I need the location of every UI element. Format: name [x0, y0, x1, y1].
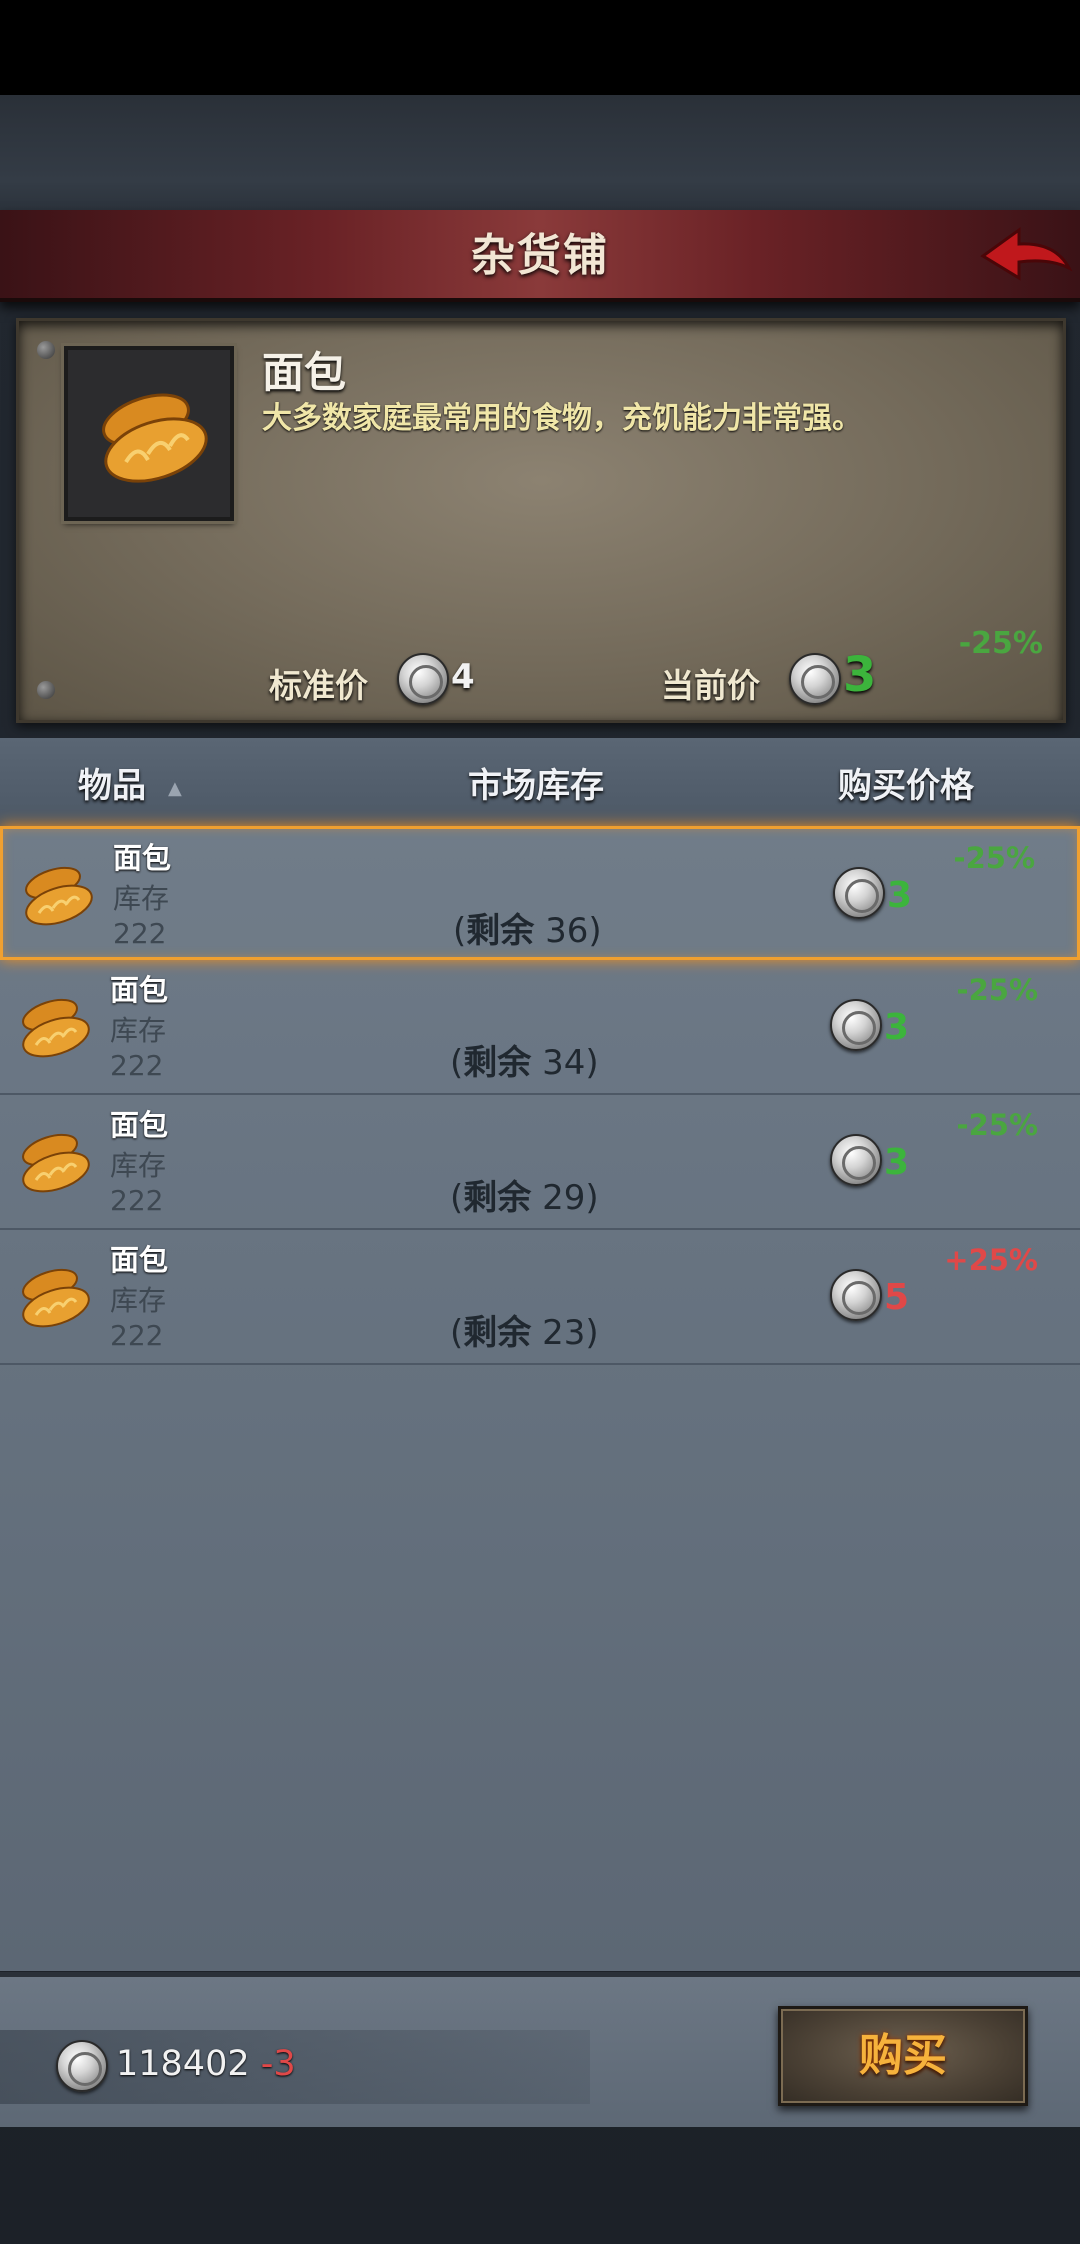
- list-item[interactable]: 面包库存 222 (剩余 34) 3 -25%: [0, 961, 1080, 1095]
- item-remaining: (剩余 23): [450, 1313, 599, 1353]
- silver-coin-icon: [830, 999, 882, 1051]
- silver-coin-icon: [830, 1269, 882, 1321]
- item-stock-label: 库存: [113, 882, 170, 915]
- column-header-item[interactable]: 物品: [78, 758, 146, 807]
- silver-coin-icon: [56, 2040, 108, 2092]
- item-discount: -25%: [953, 841, 1035, 875]
- remain-value: 23: [542, 1313, 586, 1353]
- item-stock-label: 库存: [110, 1149, 167, 1182]
- wallet-balance: 118402 -3: [116, 2044, 296, 2084]
- sort-asc-icon: ▲: [168, 778, 182, 799]
- bread-icon: [10, 983, 100, 1073]
- item-name: 面包: [110, 1243, 169, 1277]
- column-header-price[interactable]: 购买价格: [838, 758, 974, 807]
- item-name: 面包: [113, 841, 172, 875]
- item-name: 面包: [110, 1108, 169, 1142]
- remain-value: 36: [545, 911, 589, 951]
- item-stock-value: 222: [113, 917, 167, 950]
- remain-label: 剩余: [463, 1313, 532, 1353]
- column-header-stock[interactable]: 市场库存: [468, 758, 604, 807]
- item-stock-label: 库存: [110, 1284, 167, 1317]
- item-detail-panel: 面包 大多数家庭最常用的食物，充饥能力非常强。 -25% 标准价 4 当前价 3: [16, 318, 1066, 723]
- item-name: 面包: [110, 973, 169, 1007]
- remain-label: 剩余: [463, 1178, 532, 1218]
- wallet-delta: -3: [260, 2044, 296, 2084]
- standard-price-value: 4: [451, 657, 475, 697]
- item-stock-value: 222: [110, 1319, 164, 1352]
- detail-item-frame: [64, 346, 234, 521]
- page-title: 杂货铺: [471, 230, 609, 281]
- back-button[interactable]: [975, 218, 1075, 296]
- item-price: 3: [887, 875, 913, 916]
- remain-label: 剩余: [463, 1043, 532, 1083]
- item-remaining: (剩余 29): [450, 1178, 599, 1218]
- bread-icon: [10, 1118, 100, 1208]
- item-stock-value: 222: [110, 1049, 164, 1082]
- item-remaining: (剩余 34): [450, 1043, 599, 1083]
- remain-value: 34: [542, 1043, 586, 1083]
- item-stock-value: 222: [110, 1184, 164, 1217]
- list-item[interactable]: 面包库存 222 (剩余 23) 5 +25%: [0, 1231, 1080, 1365]
- remain-value: 29: [542, 1178, 586, 1218]
- current-price-value: 3: [843, 647, 877, 703]
- silver-coin-icon: [397, 653, 449, 705]
- detail-item-name: 面包: [262, 348, 347, 397]
- silver-coin-icon: [830, 1134, 882, 1186]
- list-item[interactable]: 面包库存 222 (剩余 36) 3 -25%: [0, 826, 1080, 960]
- rivet-icon: [37, 681, 55, 699]
- standard-price-label: 标准价: [269, 666, 368, 705]
- back-arrow-icon: [980, 227, 1073, 281]
- bread-icon: [102, 393, 208, 483]
- item-remaining: (剩余 36): [453, 911, 602, 951]
- list-item[interactable]: 面包库存 222 (剩余 29) 3 -25%: [0, 1096, 1080, 1230]
- status-bar: [0, 0, 1080, 95]
- item-discount: -25%: [956, 1108, 1038, 1142]
- item-price: 3: [884, 1007, 910, 1048]
- silver-coin-icon: [789, 653, 841, 705]
- bread-icon: [13, 851, 103, 941]
- wallet-amount: 118402: [116, 2044, 250, 2084]
- item-discount: -25%: [956, 973, 1038, 1007]
- buy-button-label: 购买: [859, 2030, 947, 2081]
- item-price: 5: [884, 1277, 910, 1318]
- item-price: 3: [884, 1142, 910, 1183]
- bread-icon: [10, 1253, 100, 1343]
- remain-label: 剩余: [466, 911, 535, 951]
- item-discount: +25%: [944, 1243, 1038, 1277]
- rivet-icon: [37, 341, 55, 359]
- buy-button[interactable]: 购买: [778, 2006, 1028, 2106]
- detail-item-description: 大多数家庭最常用的食物，充饥能力非常强。: [262, 401, 862, 436]
- item-stock-label: 库存: [110, 1014, 167, 1047]
- detail-discount-badge: -25%: [958, 626, 1043, 661]
- shop-header: 杂货铺: [0, 210, 1080, 302]
- current-price-label: 当前价: [661, 666, 760, 705]
- silver-coin-icon: [833, 867, 885, 919]
